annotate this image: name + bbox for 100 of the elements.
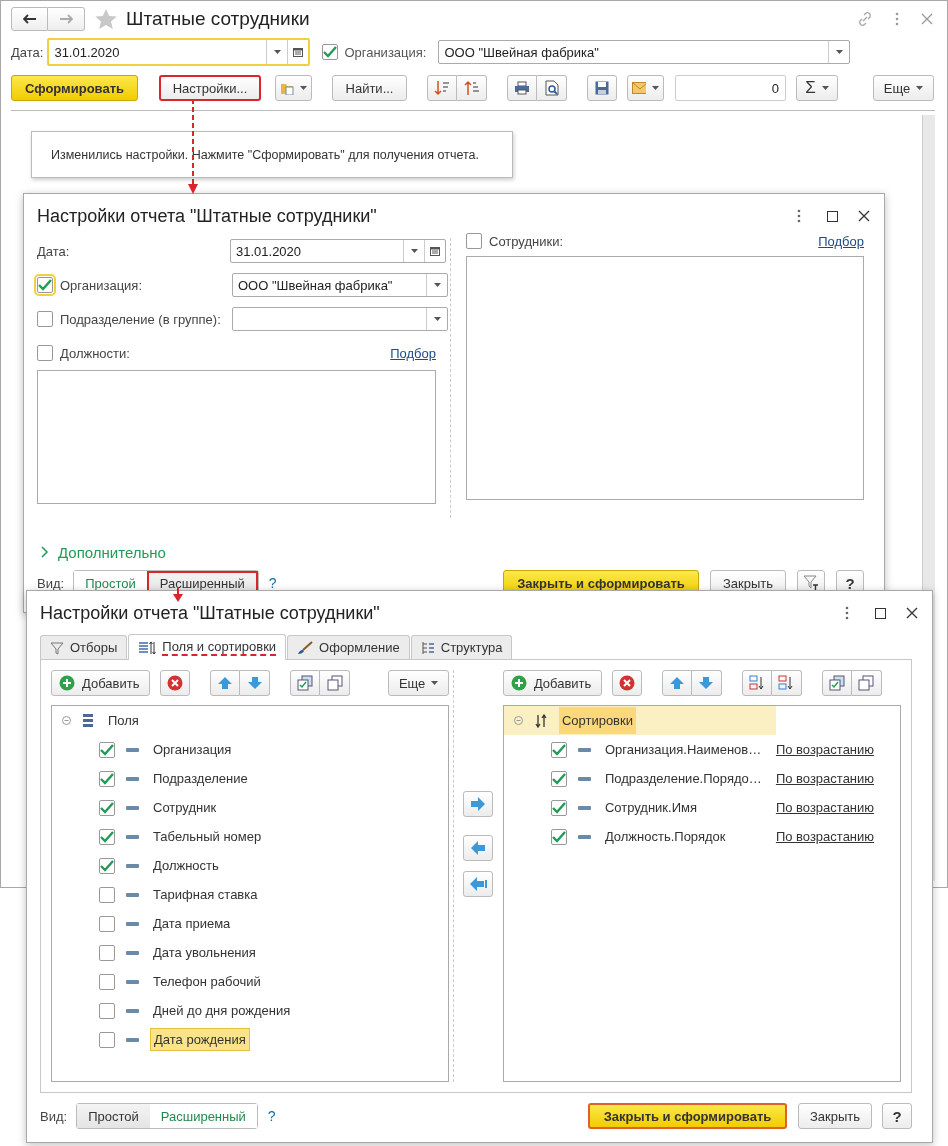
department-field[interactable] [232, 307, 448, 331]
more-icon[interactable] [797, 209, 801, 223]
help-link[interactable]: ? [268, 575, 277, 591]
check-all-button[interactable] [821, 670, 852, 696]
delete-button[interactable] [160, 670, 190, 696]
field-item[interactable]: Телефон рабочий [150, 971, 264, 992]
checkbox[interactable] [99, 915, 115, 932]
uncheck-all-button[interactable] [851, 670, 882, 696]
help-link[interactable]: ? [267, 1108, 276, 1124]
sort-field-item[interactable]: Должность.Порядок [601, 826, 768, 847]
checkbox[interactable] [99, 770, 115, 787]
collapse-icon[interactable] [62, 716, 71, 725]
collapse-icon[interactable] [513, 716, 523, 725]
tab[interactable]: Оформление [287, 635, 410, 659]
pick-link[interactable]: Подбор [390, 345, 436, 361]
sort-descending-button[interactable] [771, 670, 802, 696]
field-item[interactable]: Табельный номер [150, 826, 265, 847]
add-button[interactable]: Добавить [502, 670, 602, 696]
checkbox[interactable] [37, 311, 53, 327]
checkbox[interactable] [550, 741, 567, 758]
print-button[interactable] [507, 75, 537, 101]
add-button[interactable]: Добавить [51, 670, 150, 696]
move-up-button[interactable] [210, 670, 240, 696]
organization-field[interactable]: ООО "Швейная фабрика" [438, 40, 851, 64]
more-icon[interactable] [845, 606, 849, 620]
field-item[interactable]: Сотрудник [150, 797, 220, 818]
field-item[interactable]: Дата рождения [150, 1028, 250, 1051]
field-item[interactable]: Подразделение [150, 768, 251, 789]
tree-row[interactable]: Сортировки [503, 706, 776, 735]
date-field[interactable]: 31.01.2020 [230, 239, 446, 263]
close-and-generate-button[interactable]: Закрыть и сформировать [588, 1103, 787, 1129]
preview-button[interactable] [537, 75, 567, 101]
move-all-left-button[interactable] [463, 871, 494, 897]
checkbox[interactable] [550, 799, 567, 816]
tab[interactable]: Структура [410, 635, 513, 659]
view-toggle[interactable]: Простой [77, 1104, 150, 1128]
checkbox[interactable] [322, 44, 339, 60]
sort-ascending-button[interactable] [457, 75, 487, 101]
field-item[interactable]: Должность [150, 855, 222, 876]
link-icon[interactable] [857, 11, 873, 27]
more-section-link[interactable]: Дополнительно [58, 543, 166, 561]
uncheck-all-button[interactable] [320, 670, 350, 696]
mail-button[interactable] [627, 75, 664, 101]
field-item[interactable]: Дней до дня рождения [150, 1000, 294, 1021]
organization-field[interactable]: ООО "Швейная фабрика" [232, 273, 448, 297]
tab[interactable]: Отборы [40, 635, 128, 659]
checkbox[interactable] [99, 1002, 115, 1019]
delete-button[interactable] [611, 670, 642, 696]
maximize-icon[interactable] [875, 607, 886, 619]
sort-order-link[interactable]: По возрастанию [775, 771, 875, 786]
generate-button[interactable]: Сформировать [11, 75, 138, 101]
field-item[interactable]: Дата приема [150, 913, 234, 934]
sum-button[interactable]: Σ [796, 75, 838, 101]
sort-descending-button[interactable] [427, 75, 457, 101]
checkbox[interactable] [550, 770, 567, 787]
date-field[interactable]: 31.01.2020 [47, 38, 311, 66]
checkbox[interactable] [99, 799, 115, 816]
save-button[interactable] [587, 75, 617, 101]
back-button[interactable] [11, 7, 48, 31]
more-button[interactable]: Еще [388, 670, 450, 696]
sort-order-link[interactable]: По возрастанию [775, 800, 875, 815]
sort-order-link[interactable]: По возрастанию [775, 829, 875, 844]
move-right-button[interactable] [463, 791, 494, 817]
move-down-button[interactable] [691, 670, 722, 696]
find-button[interactable]: Найти... [332, 75, 407, 101]
tree-row[interactable]: Поля [52, 706, 449, 735]
checkbox[interactable] [37, 345, 53, 361]
sort-field-item[interactable]: Организация.Наименов… [601, 739, 768, 760]
move-left-button[interactable] [463, 835, 494, 861]
help-button[interactable]: ? [882, 1103, 912, 1129]
move-up-button[interactable] [661, 670, 692, 696]
field-item[interactable]: Дата увольнения [150, 942, 259, 963]
star-icon[interactable] [95, 8, 117, 30]
checkbox[interactable] [466, 233, 482, 249]
field-item[interactable]: Тарифная ставка [150, 884, 261, 905]
checkbox[interactable] [37, 277, 53, 293]
settings-button[interactable]: Настройки... [159, 75, 261, 101]
sort-ascending-button[interactable] [741, 670, 772, 696]
close-button[interactable]: Закрыть [798, 1103, 872, 1129]
sort-field-item[interactable]: Сотрудник.Имя [601, 797, 768, 818]
maximize-icon[interactable] [827, 210, 838, 222]
checkbox[interactable] [99, 828, 115, 845]
checkbox[interactable] [99, 1031, 115, 1048]
sort-field-item[interactable]: Подразделение.Порядо… [601, 768, 768, 789]
checkbox[interactable] [99, 741, 115, 758]
move-down-button[interactable] [240, 670, 270, 696]
checkbox[interactable] [99, 944, 115, 961]
close-icon[interactable] [858, 210, 870, 222]
checkbox[interactable] [99, 886, 115, 903]
check-all-button[interactable] [290, 670, 320, 696]
close-icon[interactable] [906, 607, 918, 619]
tab[interactable]: Поля и сортировки [128, 634, 287, 660]
sort-order-link[interactable]: По возрастанию [775, 742, 875, 757]
pick-link[interactable]: Подбор [818, 233, 864, 249]
checkbox[interactable] [550, 828, 567, 845]
checkbox[interactable] [99, 857, 115, 874]
variant-button[interactable] [275, 75, 312, 101]
more-icon[interactable] [895, 12, 899, 26]
field-item[interactable]: Организация [150, 739, 235, 760]
more-button[interactable]: Еще [873, 75, 934, 101]
